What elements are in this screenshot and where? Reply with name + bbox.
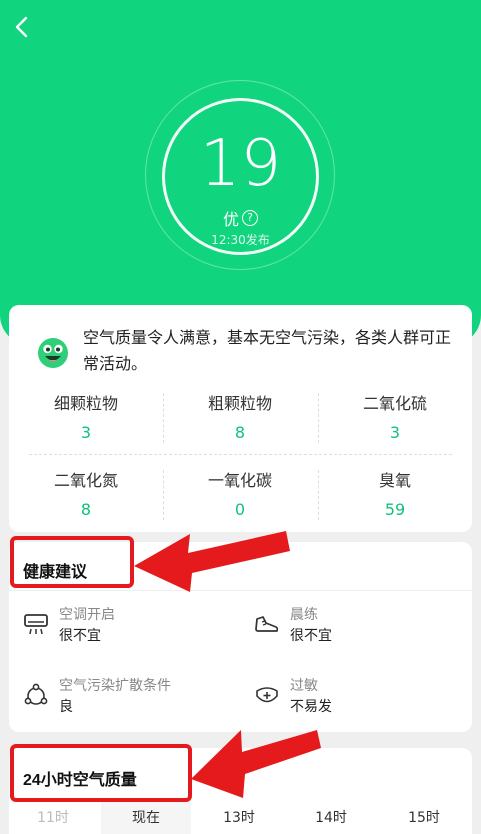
pollutant-pm25[interactable]: 细颗粒物 3 — [9, 393, 163, 444]
pollutant-value: 8 — [234, 423, 246, 442]
air-conditioner-icon — [24, 614, 48, 635]
divider — [318, 393, 319, 443]
divider — [163, 470, 164, 520]
pollutant-value: 3 — [389, 423, 401, 442]
pollutant-name: 粗颗粒物 — [207, 394, 272, 413]
annotation-arrow — [134, 531, 290, 592]
happy-face-icon — [38, 338, 68, 368]
pollutant-pm10[interactable]: 粗颗粒物 8 — [163, 393, 317, 444]
pollutant-summary-card: 空气质量令人满意，基本无空气污染，各类人群可正常活动。 细颗粒物 3 粗颗粒物 … — [9, 305, 472, 532]
help-icon[interactable]: ? — [242, 210, 258, 226]
advice-allergy[interactable]: 过敏 不易发 — [254, 676, 332, 718]
pollutant-name: 一氧化碳 — [207, 471, 272, 490]
advice-morning-exercise[interactable]: 晨练 很不宜 — [254, 605, 332, 647]
advice-value: 不易发 — [290, 699, 332, 715]
pollutant-no2[interactable]: 二氧化氮 8 — [9, 470, 163, 521]
pollutant-name: 臭氧 — [378, 471, 411, 490]
annotation-highlight-box — [10, 744, 192, 802]
hour-tab[interactable]: 11时 — [9, 798, 97, 834]
pollutant-name: 二氧化硫 — [362, 394, 427, 413]
advice-label: 空调开启 — [59, 607, 115, 623]
pollutant-value: 59 — [384, 500, 406, 519]
divider — [163, 393, 164, 443]
publish-time: 12:30发布 — [211, 233, 270, 247]
advice-value: 很不宜 — [59, 628, 101, 644]
pollutant-co[interactable]: 一氧化碳 0 — [163, 470, 317, 521]
aqi-level-label: 优 — [222, 210, 239, 229]
hour-tab-now[interactable]: 现在 — [101, 798, 191, 834]
chevron-left-icon — [15, 16, 28, 38]
pollutant-name: 二氧化氮 — [53, 471, 118, 490]
annotation-highlight-box — [10, 536, 134, 588]
pollutant-value: 0 — [234, 500, 246, 519]
pollutant-o3[interactable]: 臭氧 59 — [318, 470, 472, 521]
advice-value: 很不宜 — [290, 628, 332, 644]
advice-air-conditioner[interactable]: 空调开启 很不宜 — [23, 605, 115, 647]
sneaker-icon — [255, 616, 279, 632]
advice-label: 空气污染扩散条件 — [59, 678, 171, 694]
hour-tab[interactable]: 15时 — [379, 798, 469, 834]
advice-label: 过敏 — [290, 678, 318, 694]
pollutant-value: 3 — [80, 423, 92, 442]
divider — [29, 454, 452, 455]
diffusion-icon — [24, 683, 48, 705]
aqi-value: 19 — [199, 127, 282, 201]
pollutant-value: 8 — [80, 500, 92, 519]
advice-value: 良 — [59, 699, 73, 715]
aqi-level: 优 ? — [162, 206, 319, 230]
advice-diffusion[interactable]: 空气污染扩散条件 良 — [23, 676, 171, 718]
advice-label: 晨练 — [290, 607, 318, 623]
pollutant-so2[interactable]: 二氧化硫 3 — [318, 393, 472, 444]
back-button[interactable] — [6, 10, 36, 44]
summary-text: 空气质量令人满意，基本无空气污染，各类人群可正常活动。 — [83, 328, 452, 373]
annotation-arrow — [191, 730, 321, 798]
divider — [318, 470, 319, 520]
pollutant-name: 细颗粒物 — [53, 394, 118, 413]
allergy-icon — [256, 687, 278, 703]
